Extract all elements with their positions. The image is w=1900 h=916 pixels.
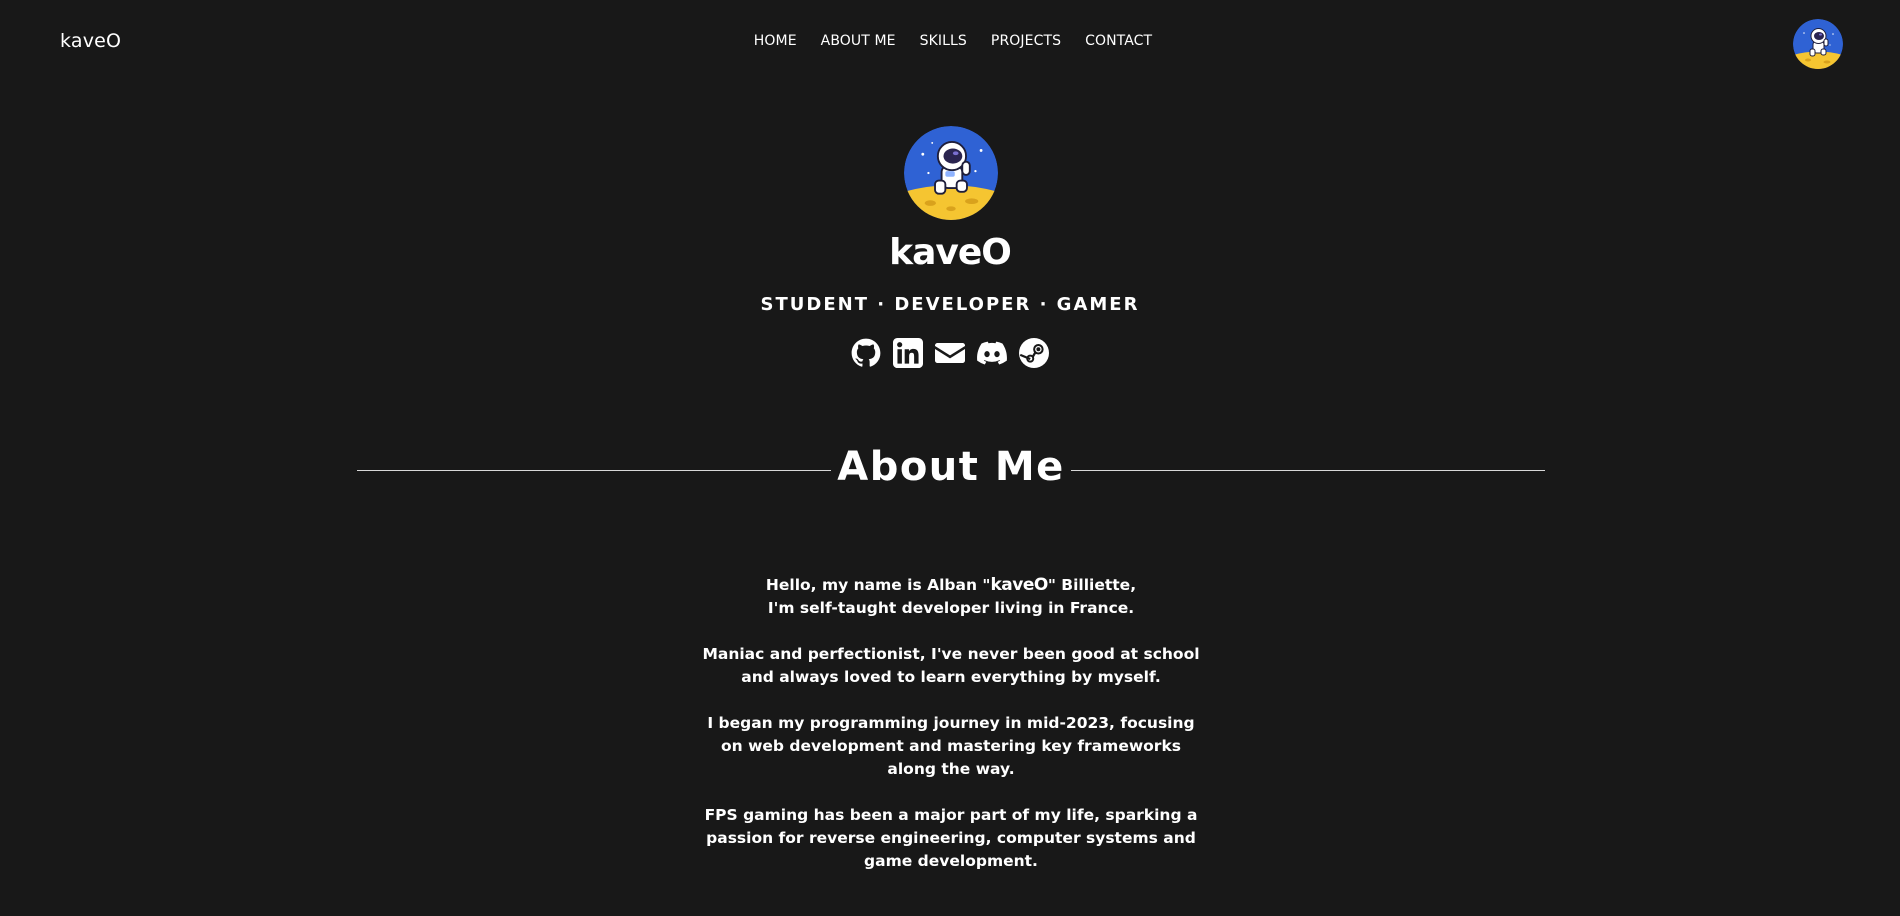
linkedin-icon[interactable]: [893, 338, 923, 368]
about-paragraph-4: FPS gaming has been a major part of my l…: [704, 806, 1198, 870]
github-icon[interactable]: [851, 338, 881, 368]
intro-nickname: kaveO: [990, 575, 1048, 595]
about-section-heading: About Me: [357, 440, 1545, 500]
about-paragraph-intro: Hello, my name is Alban "kaveO" Billiett…: [700, 574, 1202, 620]
hero-tagline: STUDENT · DEVELOPER · GAMER: [760, 294, 1140, 315]
nav-home[interactable]: HOME: [754, 33, 797, 49]
main-nav: HOME ABOUT ME SKILLS PROJECTS CONTACT: [0, 33, 1900, 49]
nav-skills[interactable]: SKILLS: [920, 33, 967, 49]
nav-about-me[interactable]: ABOUT ME: [821, 33, 896, 49]
astronaut-avatar-icon[interactable]: [1793, 19, 1843, 69]
heading-divider-right: [1071, 470, 1545, 471]
section-title: About Me: [837, 444, 1065, 490]
astronaut-avatar-icon: [904, 126, 998, 220]
email-icon[interactable]: [935, 338, 965, 368]
steam-icon[interactable]: [1019, 338, 1049, 368]
nav-projects[interactable]: PROJECTS: [991, 33, 1061, 49]
social-links: [0, 338, 1900, 368]
page: kaveO HOME ABOUT ME SKILLS PROJECTS CONT…: [0, 0, 1900, 916]
hero-name: kaveO: [889, 232, 1012, 273]
nav-contact[interactable]: CONTACT: [1085, 33, 1152, 49]
intro-text-end: " Billiette,: [1047, 576, 1137, 594]
intro-text-line2: I'm self-taught developer living in Fran…: [767, 599, 1135, 617]
about-paragraph-3: I began my programming journey in mid-20…: [707, 714, 1195, 778]
about-text: Hello, my name is Alban "kaveO" Billiett…: [700, 574, 1202, 896]
about-paragraph-2: Maniac and perfectionist, I've never bee…: [702, 645, 1200, 686]
discord-icon[interactable]: [977, 338, 1007, 368]
intro-text-start: Hello, my name is Alban ": [765, 576, 991, 594]
top-navbar: kaveO HOME ABOUT ME SKILLS PROJECTS CONT…: [0, 0, 1900, 86]
